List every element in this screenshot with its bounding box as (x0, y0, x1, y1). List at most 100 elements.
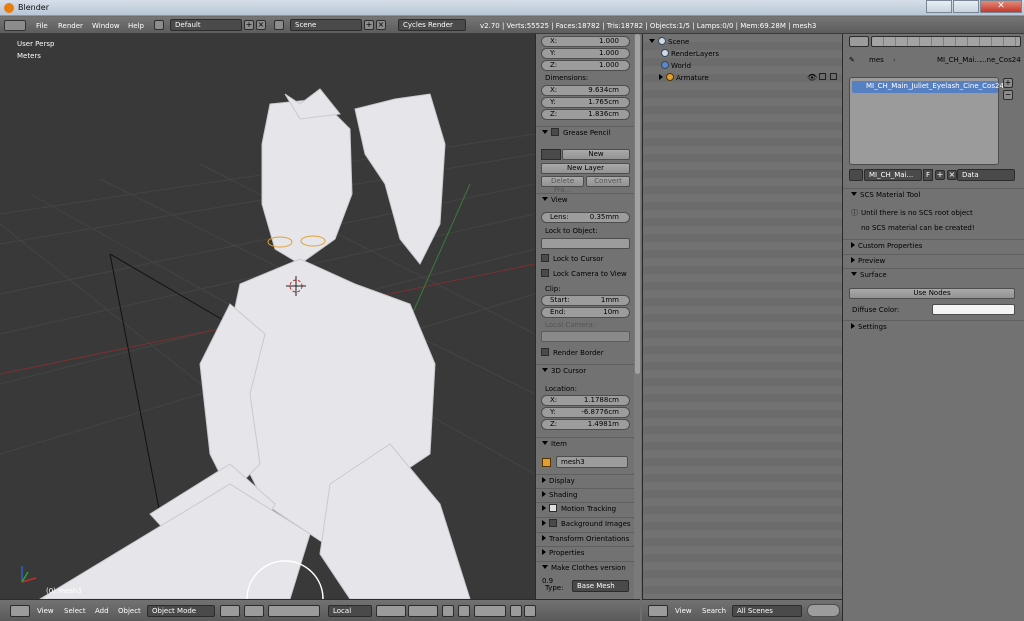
display-panel-header[interactable]: Display (536, 474, 635, 488)
interaction-mode-dropdown[interactable]: Object Mode (147, 605, 215, 617)
material-slots-list[interactable]: MI_CH_Main_Juliet_Eyelash_Cine_Cos24 (849, 77, 1004, 165)
menu-object[interactable]: Object (118, 607, 141, 615)
editor-type-outliner-button[interactable] (648, 605, 668, 617)
add-layout-button[interactable]: + (244, 20, 254, 30)
material-link-dropdown[interactable]: Data (957, 169, 1015, 181)
motion-tracking-panel-header[interactable]: Motion Tracking (536, 502, 635, 516)
minimize-button[interactable] (926, 0, 952, 13)
render-preview-button[interactable] (510, 605, 522, 617)
remove-slot-button[interactable]: − (1003, 90, 1013, 100)
outliner-menu-view[interactable]: View (675, 607, 692, 615)
unlink-material-button[interactable]: × (947, 170, 957, 180)
selectable-icon[interactable] (819, 73, 826, 80)
cursor-x-field[interactable]: X: 1.1788cm (541, 395, 630, 406)
settings-header[interactable]: Settings (843, 320, 1024, 334)
preview-header[interactable]: Preview (843, 254, 1024, 268)
scale-x-field[interactable]: X: 1.000 (541, 36, 630, 47)
scene-field[interactable]: Scene (290, 19, 362, 31)
editor-type-properties-button[interactable] (849, 36, 869, 47)
local-camera-field[interactable] (541, 331, 630, 342)
lock-object-field[interactable] (541, 238, 630, 249)
visibility-eye-icon[interactable]: 👁 (807, 73, 817, 82)
scale-z-field[interactable]: Z: 1.000 (541, 60, 630, 71)
outliner-item-scene[interactable]: Scene (649, 37, 689, 46)
menu-render[interactable]: Render (58, 22, 83, 30)
grease-pencil-checkbox[interactable] (551, 128, 559, 136)
proportional-edit-button[interactable] (458, 605, 470, 617)
viewport-shading-button[interactable] (220, 605, 240, 617)
manipulator-toggles[interactable] (268, 605, 320, 617)
new-material-button[interactable]: + (935, 170, 945, 180)
render-border-checkbox[interactable]: Render Border (541, 348, 635, 357)
delete-layout-button[interactable]: × (256, 20, 266, 30)
delete-scene-button[interactable]: × (376, 20, 386, 30)
outliner-item-armature[interactable]: Armature (659, 73, 709, 82)
add-scene-button[interactable]: + (364, 20, 374, 30)
transform-orientations-panel-header[interactable]: Transform Orientations (536, 532, 635, 546)
fake-user-button[interactable]: F (923, 169, 933, 181)
surface-header[interactable]: Surface (843, 268, 1024, 282)
lock-layers-button[interactable] (442, 605, 454, 617)
screen-layout-field[interactable]: Default (170, 19, 242, 31)
pivot-point-button[interactable] (244, 605, 264, 617)
shelf-scrollbar[interactable] (634, 34, 641, 599)
3d-viewport[interactable]: User Persp Meters (0) mesh3 (0, 34, 535, 599)
add-slot-button[interactable]: + (1003, 78, 1013, 88)
scale-y-field[interactable]: Y: 1.000 (541, 48, 630, 59)
delete-frame-button[interactable]: Delete Fra... (541, 176, 584, 194)
object-name-field[interactable]: mesh3 (556, 456, 628, 468)
new-layer-button[interactable]: New Layer (541, 163, 630, 174)
material-browse-icon[interactable] (849, 169, 863, 181)
motion-tracking-checkbox[interactable] (549, 504, 557, 512)
background-images-checkbox[interactable] (549, 519, 557, 527)
render-engine-dropdown[interactable]: Cycles Render (398, 19, 466, 31)
screen-layout-icon[interactable] (154, 20, 164, 30)
render-anim-button[interactable] (524, 605, 536, 617)
dimension-z-field[interactable]: Z: 1.836cm (541, 109, 630, 120)
item-panel-header[interactable]: Item (536, 437, 635, 451)
outliner-item-world[interactable]: World (661, 61, 691, 70)
use-nodes-button[interactable]: Use Nodes (849, 288, 1015, 299)
new-grease-pencil-button[interactable]: New (562, 149, 630, 160)
editor-type-3dview-button[interactable] (10, 605, 30, 617)
maximize-button[interactable] (953, 0, 979, 13)
properties-context-tabs[interactable] (871, 36, 1021, 47)
make-clothes-panel-header[interactable]: Make Clothes version 0.9 (536, 561, 635, 585)
outliner-display-dropdown[interactable]: All Scenes (732, 605, 802, 617)
outliner-search-input[interactable] (807, 604, 840, 617)
dimension-y-field[interactable]: Y: 1.765cm (541, 97, 630, 108)
transform-orientation-dropdown[interactable]: Local (328, 605, 372, 617)
scrollbar-thumb[interactable] (635, 34, 640, 374)
diffuse-color-swatch[interactable] (932, 304, 1015, 315)
menu-help[interactable]: Help (128, 22, 144, 30)
lens-field[interactable]: Lens: 0.35mm (541, 212, 630, 223)
properties-panel-header[interactable]: Properties (536, 546, 635, 560)
renderable-icon[interactable] (830, 73, 837, 80)
type-dropdown[interactable]: Base Mesh (572, 580, 629, 592)
dimension-x-field[interactable]: X: 9.634cm (541, 85, 630, 96)
lock-to-cursor-checkbox[interactable]: Lock to Cursor (541, 254, 635, 263)
material-name-field[interactable]: MI_CH_Mai... (864, 169, 922, 181)
menu-add[interactable]: Add (95, 607, 109, 615)
pencil-icon[interactable] (541, 149, 561, 160)
clip-start-field[interactable]: Start: 1mm (541, 295, 630, 306)
menu-view[interactable]: View (37, 607, 54, 615)
custom-properties-header[interactable]: Custom Properties (843, 239, 1024, 253)
lock-camera-checkbox[interactable]: Lock Camera to View (541, 269, 635, 278)
close-window-button[interactable]: ✕ (980, 0, 1022, 13)
menu-file[interactable]: File (36, 22, 48, 30)
material-slot-item[interactable]: MI_CH_Main_Juliet_Eyelash_Cine_Cos24 (852, 81, 1004, 93)
editor-type-info-button[interactable] (4, 20, 26, 31)
layers-grid-2[interactable] (408, 605, 438, 617)
grease-pencil-panel-header[interactable]: Grease Pencil (536, 126, 635, 140)
outliner-menu-search[interactable]: Search (702, 607, 726, 615)
shading-panel-header[interactable]: Shading (536, 488, 635, 502)
scs-material-tool-header[interactable]: SCS Material Tool (843, 188, 1024, 202)
snap-controls[interactable] (474, 605, 506, 617)
view-panel-header[interactable]: View (536, 193, 635, 207)
outliner-item-renderlayers[interactable]: RenderLayers (661, 49, 719, 58)
menu-select[interactable]: Select (64, 607, 86, 615)
convert-button[interactable]: Convert (586, 176, 630, 187)
cursor-y-field[interactable]: Y: -6.8776cm (541, 407, 630, 418)
layers-grid-1[interactable] (376, 605, 406, 617)
